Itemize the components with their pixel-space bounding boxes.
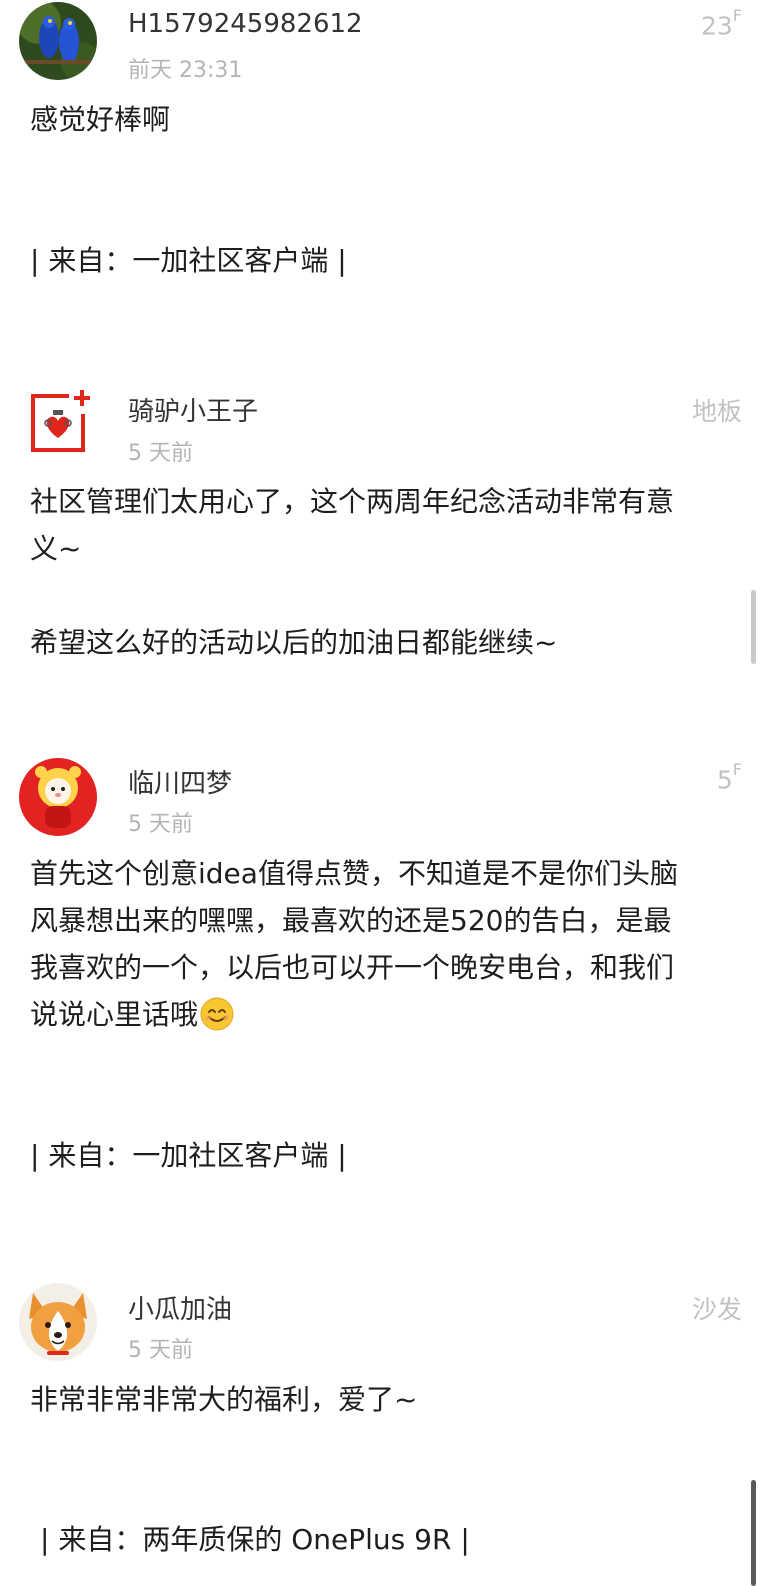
corgi-avatar-icon [19, 1283, 97, 1361]
post-time: 5 天前 [128, 1338, 193, 1363]
comment-text: 社区管理们太用心了，这个两周年纪念活动非常有意 [30, 485, 675, 518]
scrollbar-indicator[interactable] [751, 590, 756, 664]
username[interactable]: 小瓜加油 [128, 1289, 232, 1326]
comment-text: 义~ [30, 532, 82, 565]
smile-emoji-icon [200, 997, 234, 1045]
user-avatar[interactable] [19, 1283, 97, 1361]
scrollbar-indicator[interactable] [751, 1480, 756, 1586]
oneplus-heart-avatar-icon [19, 374, 97, 452]
comment-source: | 来自：一加社区客户端 | [30, 1139, 347, 1172]
tiger-costume-avatar-icon [19, 758, 97, 836]
post-time: 5 天前 [128, 812, 193, 837]
comment-text: 首先这个创意idea值得点赞，不知道是不是你们头脑 [30, 857, 678, 890]
comment-text-line: 说说心里话哦 [30, 991, 730, 1045]
username[interactable]: H1579245982612 [128, 9, 363, 39]
comment-text: 感觉好棒啊 [30, 103, 171, 136]
floor-number: 沙发 [691, 1295, 742, 1324]
comment-text: 我喜欢的一个，以后也可以开一个晚安电台，和我们 [30, 951, 675, 984]
post-time: 5 天前 [128, 441, 193, 466]
floor-number: 地板 [691, 397, 742, 426]
user-avatar[interactable] [19, 2, 97, 80]
floor-number: 23F [700, 6, 742, 41]
comment-text: 风暴想出来的嘿嘿，最喜欢的还是520的告白，是最 [30, 904, 672, 937]
username[interactable]: 骑驴小王子 [128, 391, 258, 428]
post-time: 前天 23:31 [128, 58, 243, 83]
comment-text: 希望这么好的活动以后的加油日都能继续~ [30, 626, 558, 659]
comment-text: 说说心里话哦 [30, 998, 199, 1031]
blue-parrots-avatar-icon [19, 2, 97, 80]
comment-text: 非常非常非常大的福利，爱了~ [30, 1383, 418, 1416]
username[interactable]: 临川四梦 [128, 763, 232, 800]
floor-number: 5F [716, 760, 742, 795]
comment-source: | 来自：一加社区客户端 | [30, 244, 347, 277]
user-avatar[interactable] [19, 758, 97, 836]
comment-source: | 来自：两年质保的 OnePlus 9R | [40, 1523, 470, 1556]
user-avatar[interactable] [19, 374, 97, 452]
